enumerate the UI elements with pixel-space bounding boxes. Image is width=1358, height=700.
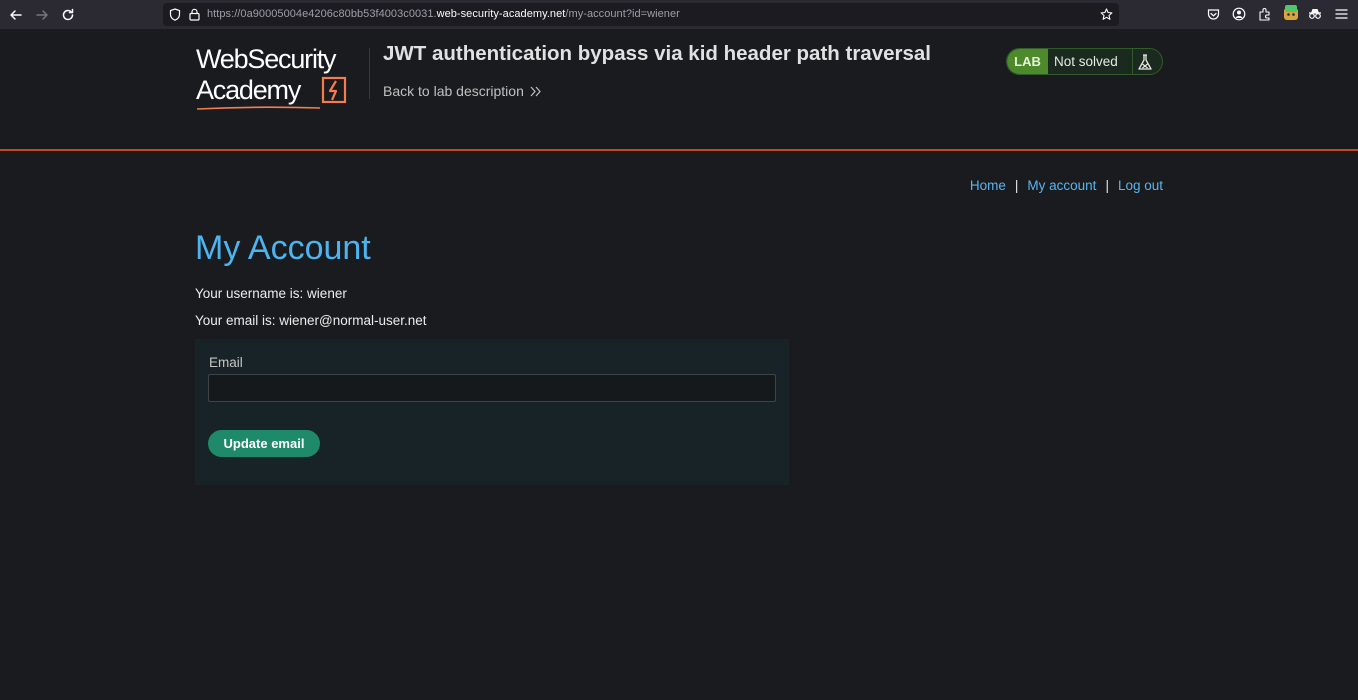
page-title: My Account bbox=[195, 229, 371, 267]
lab-title: JWT authentication bypass via kid header… bbox=[383, 42, 931, 65]
nav-home-link[interactable]: Home bbox=[970, 178, 1006, 193]
logo-lightning-icon bbox=[321, 76, 347, 104]
lab-status-text: Not solved bbox=[1054, 54, 1118, 69]
email-field-label: Email bbox=[209, 355, 243, 370]
url-text[interactable]: https://0a90005004e4206c80bb53f4003c0031… bbox=[207, 8, 680, 20]
url-host: web-security-academy.net bbox=[436, 8, 566, 20]
back-arrow-icon[interactable] bbox=[6, 5, 26, 25]
star-icon[interactable] bbox=[1099, 7, 1113, 21]
spy-extension-icon[interactable] bbox=[1307, 6, 1323, 22]
nav-separator: | bbox=[1014, 178, 1019, 193]
logo-underline bbox=[196, 106, 321, 110]
nav-log-out-link[interactable]: Log out bbox=[1118, 178, 1163, 193]
menu-icon[interactable] bbox=[1333, 6, 1349, 22]
nav-my-account-link[interactable]: My account bbox=[1027, 178, 1096, 193]
flask-icon bbox=[1138, 54, 1152, 70]
lab-badge: LAB bbox=[1007, 49, 1048, 74]
pocket-icon[interactable] bbox=[1205, 6, 1221, 22]
account-icon[interactable] bbox=[1231, 6, 1247, 22]
burp-extension-icon[interactable] bbox=[1282, 4, 1300, 22]
url-path: /my-account?id=wiener bbox=[565, 8, 680, 20]
nav-separator: | bbox=[1105, 178, 1109, 193]
url-prefix: https://0a90005004e4206c80bb53f4003c0031… bbox=[207, 8, 437, 20]
username-info: Your username is: wiener bbox=[195, 286, 347, 301]
web-security-academy-logo[interactable]: WebSecurity Academy bbox=[196, 46, 366, 110]
url-bar[interactable]: https://0a90005004e4206c80bb53f4003c0031… bbox=[163, 3, 1119, 26]
back-link-label: Back to lab description bbox=[383, 83, 524, 99]
lab-status-widget: LAB Not solved bbox=[1006, 48, 1163, 75]
extensions-icon[interactable] bbox=[1257, 6, 1273, 22]
top-navigation: Home | My account | Log out bbox=[970, 178, 1163, 193]
logo-line-2: Academy bbox=[196, 75, 301, 105]
email-input[interactable] bbox=[208, 374, 776, 402]
header-divider bbox=[369, 48, 370, 99]
status-divider bbox=[1132, 49, 1133, 74]
forward-arrow-icon[interactable] bbox=[32, 5, 52, 25]
browser-toolbar: https://0a90005004e4206c80bb53f4003c0031… bbox=[0, 0, 1358, 29]
change-email-form: Email Update email bbox=[195, 339, 789, 485]
reload-icon[interactable] bbox=[58, 5, 78, 25]
shield-icon[interactable] bbox=[168, 7, 182, 21]
email-info: Your email is: wiener@normal-user.net bbox=[195, 313, 427, 328]
lab-header: WebSecurity Academy JWT authentication b… bbox=[0, 29, 1358, 151]
double-chevron-right-icon bbox=[530, 86, 541, 96]
lock-icon[interactable] bbox=[187, 7, 201, 21]
back-to-lab-description-link[interactable]: Back to lab description bbox=[383, 83, 542, 99]
logo-line-1: WebSecurity bbox=[196, 44, 337, 74]
update-email-button[interactable]: Update email bbox=[208, 430, 320, 457]
